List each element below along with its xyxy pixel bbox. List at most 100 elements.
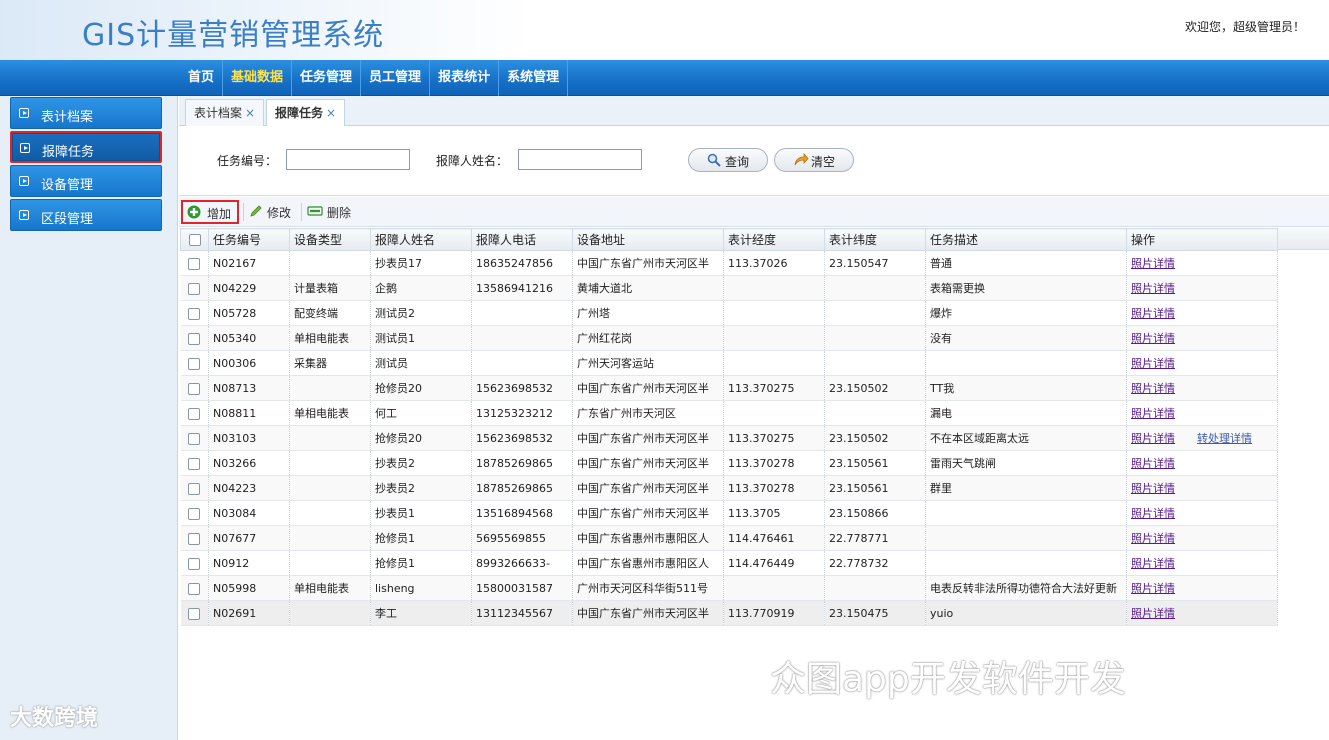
- photo-detail-link[interactable]: 照片详情: [1131, 482, 1175, 495]
- table-row[interactable]: N04223 抄表员2 18785269865 中国广东省广州市天河区半 113.370…: [180, 475, 1278, 501]
- row-checkbox[interactable]: [180, 450, 209, 476]
- row-checkbox[interactable]: [180, 325, 209, 351]
- sidebar-item-label: 报障任务: [42, 145, 95, 160]
- col-reporter-name[interactable]: 报障人姓名: [370, 228, 472, 251]
- close-icon[interactable]: ×: [326, 106, 336, 120]
- pencil-icon: [249, 204, 263, 221]
- row-checkbox[interactable]: [180, 475, 209, 501]
- table-row[interactable]: N05728 配变终端 测试员2 广州塔 爆炸 照片详情: [180, 300, 1278, 326]
- col-device-type[interactable]: 设备类型: [289, 228, 371, 251]
- table-row[interactable]: N05340 单相电能表 测试员1 广州红花岗 没有 照片详情: [180, 325, 1278, 351]
- cell-reporter-name: 测试员: [370, 350, 472, 376]
- photo-detail-link[interactable]: 照片详情: [1131, 532, 1175, 545]
- row-checkbox[interactable]: [180, 400, 209, 426]
- table-row[interactable]: N08713 抢修员20 15623698532 中国广东省广州市天河区半 113.37…: [180, 375, 1278, 401]
- query-button[interactable]: 查询: [688, 148, 768, 172]
- sidebar-item-section-management[interactable]: 区段管理: [10, 199, 162, 231]
- row-checkbox[interactable]: [180, 425, 209, 451]
- cell-reporter-phone: [471, 325, 573, 351]
- tab-fault-task[interactable]: 报障任务 ×: [266, 99, 346, 127]
- sidebar-item-fault-task[interactable]: 报障任务: [10, 131, 162, 163]
- row-checkbox[interactable]: [180, 575, 209, 601]
- table-row[interactable]: N03266 抄表员2 18785269865 中国广东省广州市天河区半 113.370…: [180, 450, 1278, 476]
- cell-operation: 照片详情: [1126, 325, 1278, 351]
- table-row[interactable]: N07677 抢修员1 5695569855 中国广东省惠州市惠阳区人 114.4764…: [180, 525, 1278, 551]
- col-longitude[interactable]: 表计经度: [723, 228, 825, 251]
- row-checkbox[interactable]: [180, 550, 209, 576]
- add-button[interactable]: 增加: [181, 200, 239, 224]
- nav-staff-management[interactable]: 员工管理: [361, 60, 431, 96]
- select-all-checkbox[interactable]: [180, 228, 209, 251]
- edit-button[interactable]: 修改: [247, 200, 301, 224]
- col-reporter-phone[interactable]: 报障人电话: [471, 228, 573, 251]
- photo-detail-link[interactable]: 照片详情: [1131, 257, 1175, 270]
- cell-device-type: 单相电能表: [289, 325, 371, 351]
- photo-detail-link[interactable]: 照片详情: [1131, 382, 1175, 395]
- photo-detail-link[interactable]: 照片详情: [1131, 432, 1175, 445]
- table-row[interactable]: N05998 单相电能表 lisheng 15800031587 广州市天河区科华街51…: [180, 575, 1278, 601]
- nav-reports[interactable]: 报表统计: [430, 60, 500, 96]
- cell-device-type: [289, 425, 371, 451]
- nav-basic-data[interactable]: 基础数据: [223, 60, 293, 96]
- table-row[interactable]: N0912 抢修员1 8993266633- 中国广东省惠州市惠阳区人 114.4764…: [180, 550, 1278, 576]
- photo-detail-link[interactable]: 照片详情: [1131, 357, 1175, 370]
- table-row[interactable]: N00306 采集器 测试员 广州天河客运站 照片详情: [180, 350, 1278, 376]
- photo-detail-link[interactable]: 照片详情: [1131, 607, 1175, 620]
- photo-detail-link[interactable]: 照片详情: [1131, 582, 1175, 595]
- cell-device-address: 广州市天河区科华街511号: [572, 575, 724, 601]
- cell-device-type: [289, 450, 371, 476]
- cell-longitude: 113.370278: [723, 475, 825, 501]
- col-task-no[interactable]: 任务编号: [208, 228, 290, 251]
- row-checkbox[interactable]: [180, 250, 209, 276]
- nav-task-management[interactable]: 任务管理: [292, 60, 362, 96]
- table-row[interactable]: N03084 抄表员1 13516894568 中国广东省广州市天河区半 113.370…: [180, 500, 1278, 526]
- table-row[interactable]: N08811 单相电能表 何工 13125323212 广东省广州市天河区 漏电 照片详情: [180, 400, 1278, 426]
- table-row[interactable]: N04229 计量表箱 企鹅 13586941216 黄埔大道北 表箱需更换 照片详情: [180, 275, 1278, 301]
- photo-detail-link[interactable]: 照片详情: [1131, 332, 1175, 345]
- cell-device-type: [289, 550, 371, 576]
- nav-home[interactable]: 首页: [180, 60, 224, 96]
- cell-latitude: 22.778771: [824, 525, 926, 551]
- table-row[interactable]: N03103 抢修员20 15623698532 中国广东省广州市天河区半 113.37…: [180, 425, 1278, 451]
- reporter-name-input[interactable]: [518, 149, 642, 170]
- photo-detail-link[interactable]: 照片详情: [1131, 457, 1175, 470]
- row-checkbox[interactable]: [180, 525, 209, 551]
- table-row[interactable]: N02691 李工 13112345567 中国广东省广州市天河区半 113.77091…: [180, 600, 1278, 626]
- nav-system-management[interactable]: 系统管理: [499, 60, 569, 96]
- photo-detail-link[interactable]: 照片详情: [1131, 557, 1175, 570]
- cell-task-no: N02167: [208, 250, 290, 276]
- cell-reporter-phone: 13586941216: [471, 275, 573, 301]
- cell-operation: 照片详情: [1126, 525, 1278, 551]
- sidebar-item-device-management[interactable]: 设备管理: [10, 165, 162, 197]
- photo-detail-link[interactable]: 照片详情: [1131, 407, 1175, 420]
- row-checkbox[interactable]: [180, 600, 209, 626]
- col-device-address[interactable]: 设备地址: [572, 228, 724, 251]
- cell-device-type: [289, 525, 371, 551]
- clear-button[interactable]: 清空: [774, 148, 854, 172]
- cell-task-description: 爆炸: [925, 300, 1127, 326]
- delete-button[interactable]: 删除: [305, 200, 359, 224]
- cell-device-type: 单相电能表: [289, 575, 371, 601]
- col-latitude[interactable]: 表计纬度: [824, 228, 926, 251]
- cell-reporter-phone: 18785269865: [471, 450, 573, 476]
- cell-device-address: 广州塔: [572, 300, 724, 326]
- cell-reporter-phone: 18785269865: [471, 475, 573, 501]
- row-checkbox[interactable]: [180, 375, 209, 401]
- sidebar-item-meter-archive[interactable]: 表计档案: [10, 97, 162, 129]
- row-checkbox[interactable]: [180, 350, 209, 376]
- cell-latitude: [824, 575, 926, 601]
- row-checkbox[interactable]: [180, 275, 209, 301]
- row-checkbox[interactable]: [180, 300, 209, 326]
- cell-longitude: [723, 275, 825, 301]
- row-checkbox[interactable]: [180, 500, 209, 526]
- close-icon[interactable]: ×: [245, 106, 255, 120]
- photo-detail-link[interactable]: 照片详情: [1131, 507, 1175, 520]
- cell-reporter-phone: [471, 300, 573, 326]
- col-task-description[interactable]: 任务描述: [925, 228, 1127, 251]
- photo-detail-link[interactable]: 照片详情: [1131, 307, 1175, 320]
- tab-meter-archive[interactable]: 表计档案 ×: [185, 99, 265, 126]
- table-row[interactable]: N02167 抄表员17 18635247856 中国广东省广州市天河区半 113.37…: [180, 250, 1278, 276]
- transfer-detail-link[interactable]: 转处理详情: [1197, 432, 1252, 445]
- photo-detail-link[interactable]: 照片详情: [1131, 282, 1175, 295]
- task-no-input[interactable]: [286, 149, 410, 170]
